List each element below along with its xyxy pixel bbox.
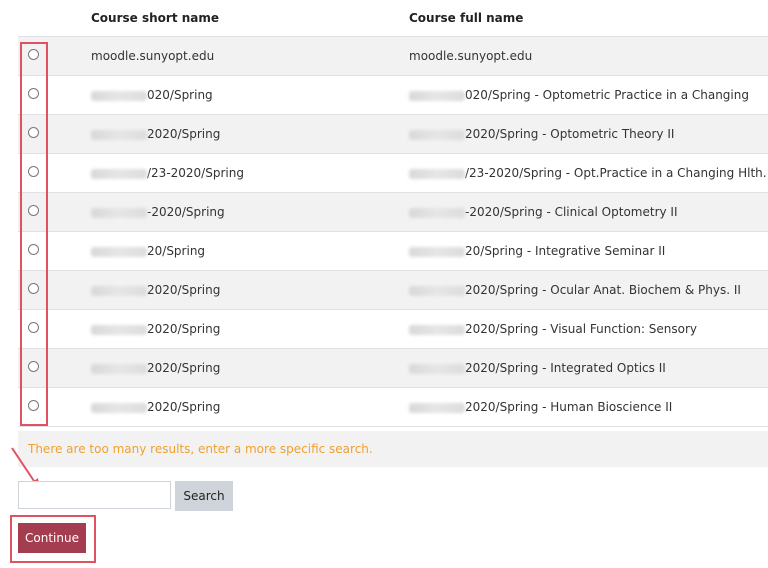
- course-short-name: 2020/Spring: [91, 361, 220, 375]
- course-full-name-text: 020/Spring - Optometric Practice in a Ch…: [465, 88, 749, 102]
- course-short-name: 2020/Spring: [91, 127, 220, 141]
- course-full-name-text: 2020/Spring - Integrated Optics II: [465, 361, 666, 375]
- redacted-text: [91, 90, 147, 101]
- table-row: 2020/Spring 2020/Spring - Visual Function…: [18, 310, 768, 349]
- redacted-text: [91, 207, 147, 218]
- course-full-name-text: 2020/Spring - Visual Function: Sensory: [465, 322, 698, 336]
- table-header: Course short name Course full name: [18, 0, 768, 37]
- course-radio[interactable]: [28, 166, 39, 177]
- course-full-name-text: -2020/Spring - Clinical Optometry II: [465, 205, 678, 219]
- course-short-name-text: 20/Spring: [147, 244, 206, 258]
- too-many-results-message: There are too many results, enter a more…: [18, 431, 768, 467]
- table-row: /23-2020/Spring/23-2020/Spring - Opt.Pra…: [18, 154, 768, 193]
- course-short-name: 2020/Spring: [91, 322, 220, 336]
- course-short-name-text: 2020/Spring: [147, 400, 221, 414]
- course-radio[interactable]: [28, 400, 39, 411]
- course-radio[interactable]: [28, 49, 39, 60]
- course-short-name-text: 2020/Spring: [147, 361, 221, 375]
- table-row: 2020/Spring 2020/Spring - Human Bioscienc…: [18, 388, 768, 427]
- redacted-text: [409, 168, 465, 179]
- redacted-text: [409, 129, 465, 140]
- course-radio[interactable]: [28, 88, 39, 99]
- redacted-text: [409, 246, 465, 257]
- table-body: moodle.sunyopt.edu moodle.sunyopt.edu 020/…: [18, 37, 768, 427]
- course-short-name-text: 020/Spring: [147, 88, 213, 102]
- search-input[interactable]: [18, 481, 171, 509]
- redacted-text: [91, 402, 147, 413]
- redacted-text: [91, 168, 147, 179]
- course-full-name: 20/Spring - Integrative Seminar II: [409, 244, 665, 258]
- course-full-name: 020/Spring - Optometric Practice in a Ch…: [409, 88, 749, 102]
- redacted-text: [409, 402, 465, 413]
- table-row: -2020/Spring -2020/Spring - Clinical Opto…: [18, 193, 768, 232]
- course-short-name: /23-2020/Spring: [91, 166, 244, 180]
- search-button[interactable]: Search: [175, 481, 233, 511]
- redacted-text: [409, 285, 465, 296]
- redacted-text: [409, 363, 465, 374]
- course-short-name: 20/Spring: [91, 244, 205, 258]
- redacted-text: [91, 129, 147, 140]
- course-short-name: 2020/Spring: [91, 400, 220, 414]
- course-short-name: 2020/Spring: [91, 283, 220, 297]
- course-short-name-text: 2020/Spring: [147, 127, 221, 141]
- course-full-name: 2020/Spring - Human Bioscience II: [409, 400, 672, 414]
- course-radio[interactable]: [28, 361, 39, 372]
- course-short-name-text: /23-2020/Spring: [147, 166, 244, 180]
- redacted-text: [409, 90, 465, 101]
- course-full-name: moodle.sunyopt.edu: [409, 49, 532, 63]
- course-full-name: -2020/Spring - Clinical Optometry II: [409, 205, 678, 219]
- course-full-name: 2020/Spring - Integrated Optics II: [409, 361, 666, 375]
- table-row: 2020/Spring 2020/Spring - Integrated Opti…: [18, 349, 768, 388]
- redacted-text: [91, 285, 147, 296]
- course-full-name-text: moodle.sunyopt.edu: [409, 49, 533, 63]
- continue-button[interactable]: Continue: [18, 523, 86, 553]
- message-text: There are too many results, enter a more…: [28, 442, 373, 456]
- redacted-text: [409, 324, 465, 335]
- table-row: 2020/Spring 2020/Spring - Ocular Anat. Bi…: [18, 271, 768, 310]
- course-short-name-text: -2020/Spring: [147, 205, 225, 219]
- course-short-name-text: 2020/Spring: [147, 322, 221, 336]
- course-full-name-text: 2020/Spring - Human Bioscience II: [465, 400, 673, 414]
- course-full-name-text: 20/Spring - Integrative Seminar II: [465, 244, 666, 258]
- table-row: 20/Spring 20/Spring - Integrative Seminar…: [18, 232, 768, 271]
- course-short-name: 020/Spring: [91, 88, 213, 102]
- course-radio[interactable]: [28, 322, 39, 333]
- course-full-name: 2020/Spring - Optometric Theory II: [409, 127, 674, 141]
- course-full-name: /23-2020/Spring - Opt.Practice in a Chan…: [409, 166, 767, 180]
- table-row: moodle.sunyopt.edu moodle.sunyopt.edu: [18, 37, 768, 76]
- course-radio[interactable]: [28, 127, 39, 138]
- redacted-text: [91, 363, 147, 374]
- redacted-text: [409, 207, 465, 218]
- course-short-name: moodle.sunyopt.edu: [91, 49, 214, 63]
- course-short-name-text: moodle.sunyopt.edu: [91, 49, 215, 63]
- course-short-name: -2020/Spring: [91, 205, 225, 219]
- header-short-name: Course short name: [91, 11, 220, 25]
- course-full-name: 2020/Spring - Visual Function: Sensory: [409, 322, 697, 336]
- table-row: 2020/Spring 2020/Spring - Optometric Theo…: [18, 115, 768, 154]
- course-radio[interactable]: [28, 283, 39, 294]
- redacted-text: [91, 324, 147, 335]
- course-full-name-text: 2020/Spring - Optometric Theory II: [465, 127, 675, 141]
- redacted-text: [91, 246, 147, 257]
- course-radio[interactable]: [28, 244, 39, 255]
- course-table: Course short name Course full name moodl…: [18, 0, 768, 427]
- header-full-name: Course full name: [409, 11, 524, 25]
- course-radio[interactable]: [28, 205, 39, 216]
- table-row: 020/Spring 020/Spring - Optometric Practi…: [18, 76, 768, 115]
- course-full-name-text: /23-2020/Spring - Opt.Practice in a Chan…: [465, 166, 767, 180]
- course-search-page: Course short name Course full name moodl…: [0, 0, 768, 568]
- course-short-name-text: 2020/Spring: [147, 283, 221, 297]
- course-full-name-text: 2020/Spring - Ocular Anat. Biochem & Phy…: [465, 283, 741, 297]
- course-full-name: 2020/Spring - Ocular Anat. Biochem & Phy…: [409, 283, 741, 297]
